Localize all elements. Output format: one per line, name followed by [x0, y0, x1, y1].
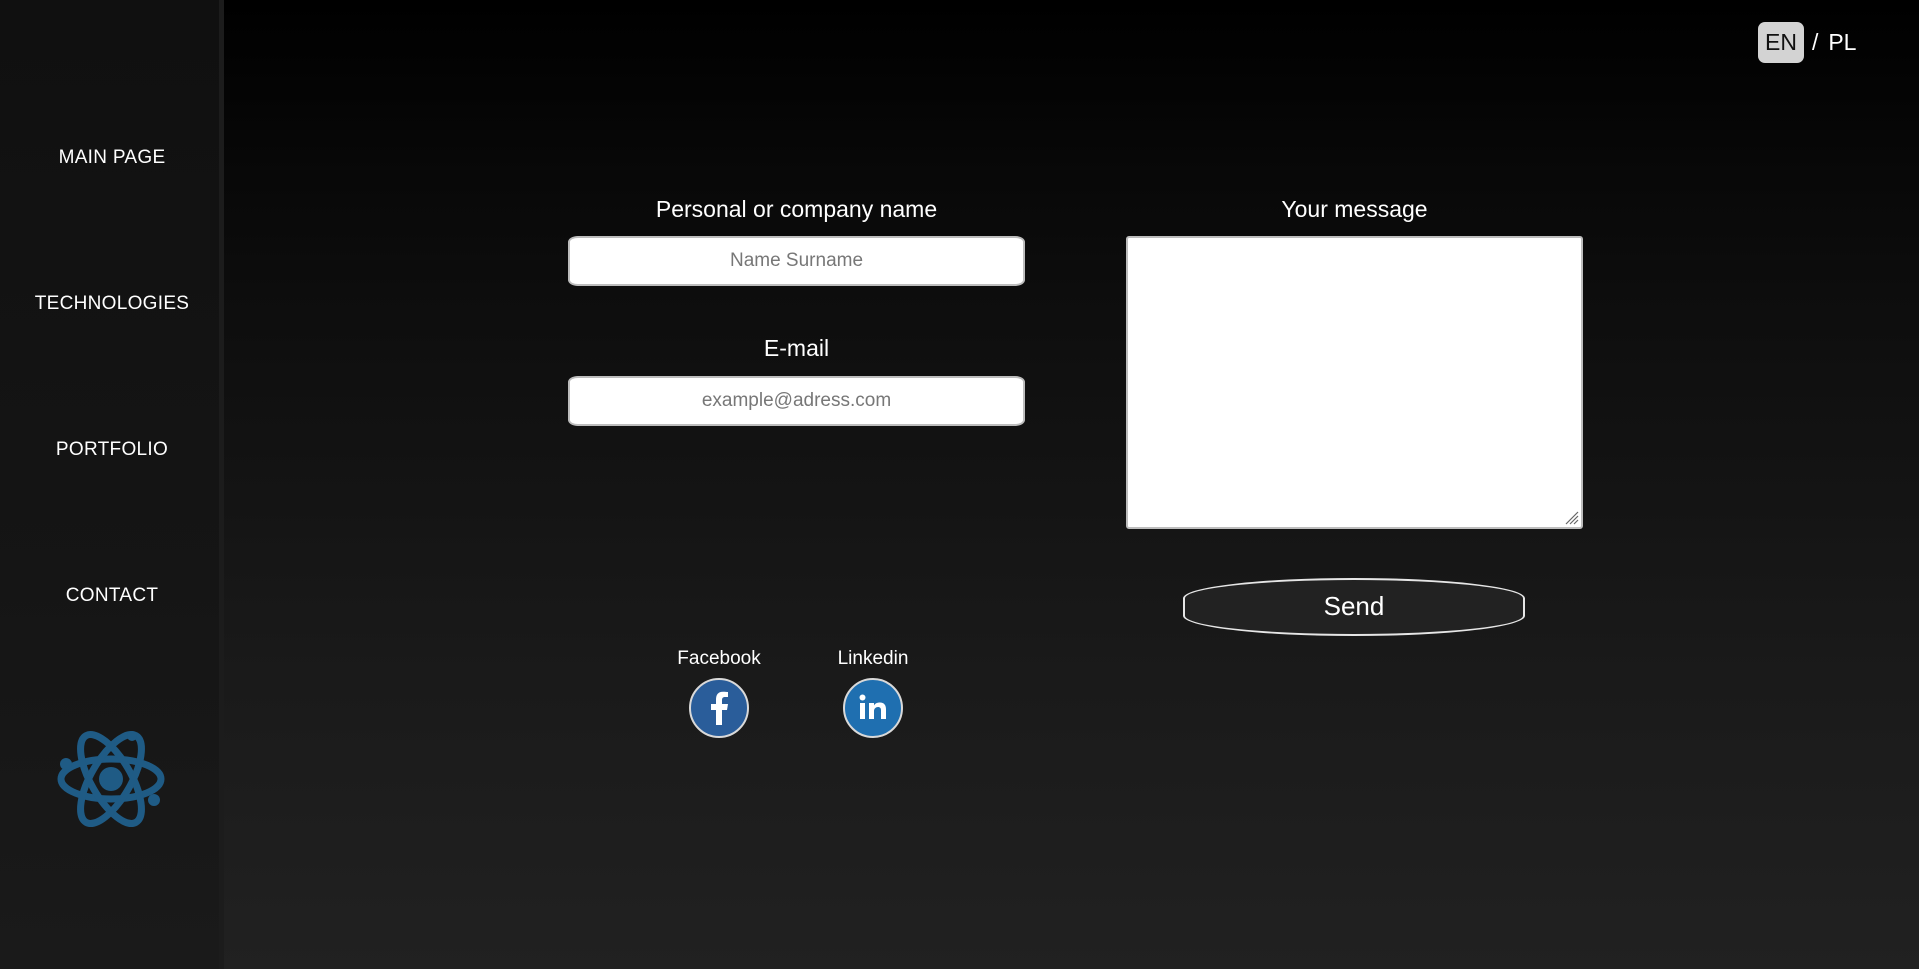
lang-pl-button[interactable]: PL: [1828, 29, 1856, 56]
message-textarea[interactable]: [1126, 236, 1583, 529]
language-switcher: EN / PL: [1758, 22, 1856, 63]
message-label: Your message: [1281, 196, 1428, 222]
facebook-icon[interactable]: [689, 678, 749, 738]
atom-logo-icon[interactable]: [54, 722, 168, 836]
lang-en-button[interactable]: EN: [1758, 22, 1804, 63]
linkedin-label: Linkedin: [837, 648, 909, 669]
send-button[interactable]: Send: [1183, 578, 1525, 636]
lang-separator: /: [1811, 29, 1819, 55]
email-input[interactable]: [568, 376, 1025, 426]
nav-item-contact[interactable]: CONTACT: [0, 585, 224, 607]
name-label: Personal or company name: [655, 196, 938, 222]
nav-item-technologies[interactable]: TECHNOLOGIES: [0, 293, 224, 315]
linkedin-icon[interactable]: [843, 678, 903, 738]
resize-grip-icon[interactable]: [1563, 509, 1579, 525]
nav-item-portfolio[interactable]: PORTFOLIO: [0, 439, 224, 461]
name-input[interactable]: [568, 236, 1025, 286]
email-label: E-mail: [763, 335, 830, 361]
linkedin-link[interactable]: Linkedin: [818, 648, 928, 743]
facebook-label: Facebook: [677, 648, 761, 669]
nav-item-main-page[interactable]: MAIN PAGE: [0, 147, 224, 169]
message-wrapper: [1126, 236, 1583, 529]
sidebar: MAIN PAGE TECHNOLOGIES PORTFOLIO CONTACT: [0, 0, 224, 969]
facebook-link[interactable]: Facebook: [664, 648, 774, 743]
